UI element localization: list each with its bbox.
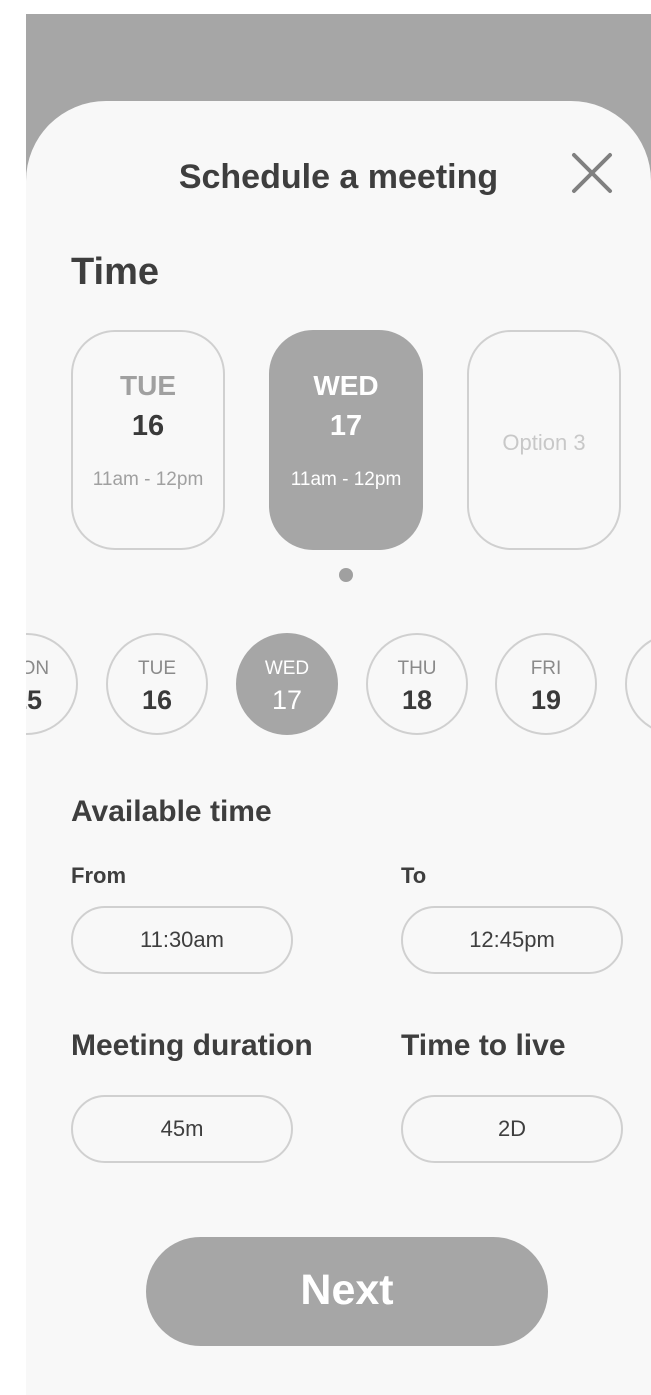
time-to-live-field[interactable]: 2D <box>401 1095 623 1163</box>
day-pill-selected[interactable]: WED 17 <box>236 633 338 735</box>
day-pill[interactable]: FRI 19 <box>495 633 597 735</box>
option-placeholder: Option 3 <box>502 430 586 455</box>
day-pill[interactable]: TUE 16 <box>106 633 208 735</box>
day-pill-name: TUE <box>138 658 176 679</box>
day-pill-name: FRI <box>530 658 562 679</box>
day-pill-number: 15 <box>26 685 43 715</box>
day-pill-name: WED <box>264 658 310 679</box>
close-icon <box>572 153 612 193</box>
day-pill-number: 17 <box>271 685 303 715</box>
time-to-live-title: Time to live <box>401 1029 566 1062</box>
option-date: 17 <box>329 410 363 442</box>
day-pill-number: 18 <box>401 685 433 715</box>
from-label: From <box>71 863 126 888</box>
time-option-card-selected[interactable]: WED 17 11am - 12pm <box>269 330 423 550</box>
meeting-duration-field[interactable]: 45m <box>71 1095 293 1163</box>
sheet-title: Schedule a meeting <box>178 158 499 196</box>
option-day: WED <box>313 370 379 401</box>
day-pill[interactable] <box>625 633 651 735</box>
schedule-meeting-sheet: Schedule a meeting Time TUE 16 11am - 12… <box>26 101 651 1395</box>
option-date: 16 <box>131 410 165 442</box>
day-pill-number: 19 <box>530 685 562 715</box>
available-time-title: Available time <box>71 795 272 828</box>
day-pill-name: MON <box>26 658 50 679</box>
option-time-range: 11am - 12pm <box>290 469 402 490</box>
option-day: TUE <box>120 370 176 401</box>
time-option-card-empty[interactable]: Option 3 <box>467 330 621 550</box>
time-section-title: Time <box>71 251 160 293</box>
day-pill-number: 16 <box>141 685 173 715</box>
day-pill[interactable]: THU 18 <box>366 633 468 735</box>
pager-dot <box>339 568 353 582</box>
to-label: To <box>401 863 427 888</box>
day-pill[interactable]: MON 15 <box>26 633 78 735</box>
next-button[interactable]: Next <box>146 1237 548 1346</box>
day-pill-name: THU <box>397 658 437 679</box>
close-button[interactable] <box>568 149 616 197</box>
time-option-card[interactable]: TUE 16 11am - 12pm <box>71 330 225 550</box>
meeting-duration-title: Meeting duration <box>71 1029 313 1062</box>
to-time-field[interactable]: 12:45pm <box>401 906 623 974</box>
from-time-field[interactable]: 11:30am <box>71 906 293 974</box>
option-time-range: 11am - 12pm <box>92 469 204 490</box>
